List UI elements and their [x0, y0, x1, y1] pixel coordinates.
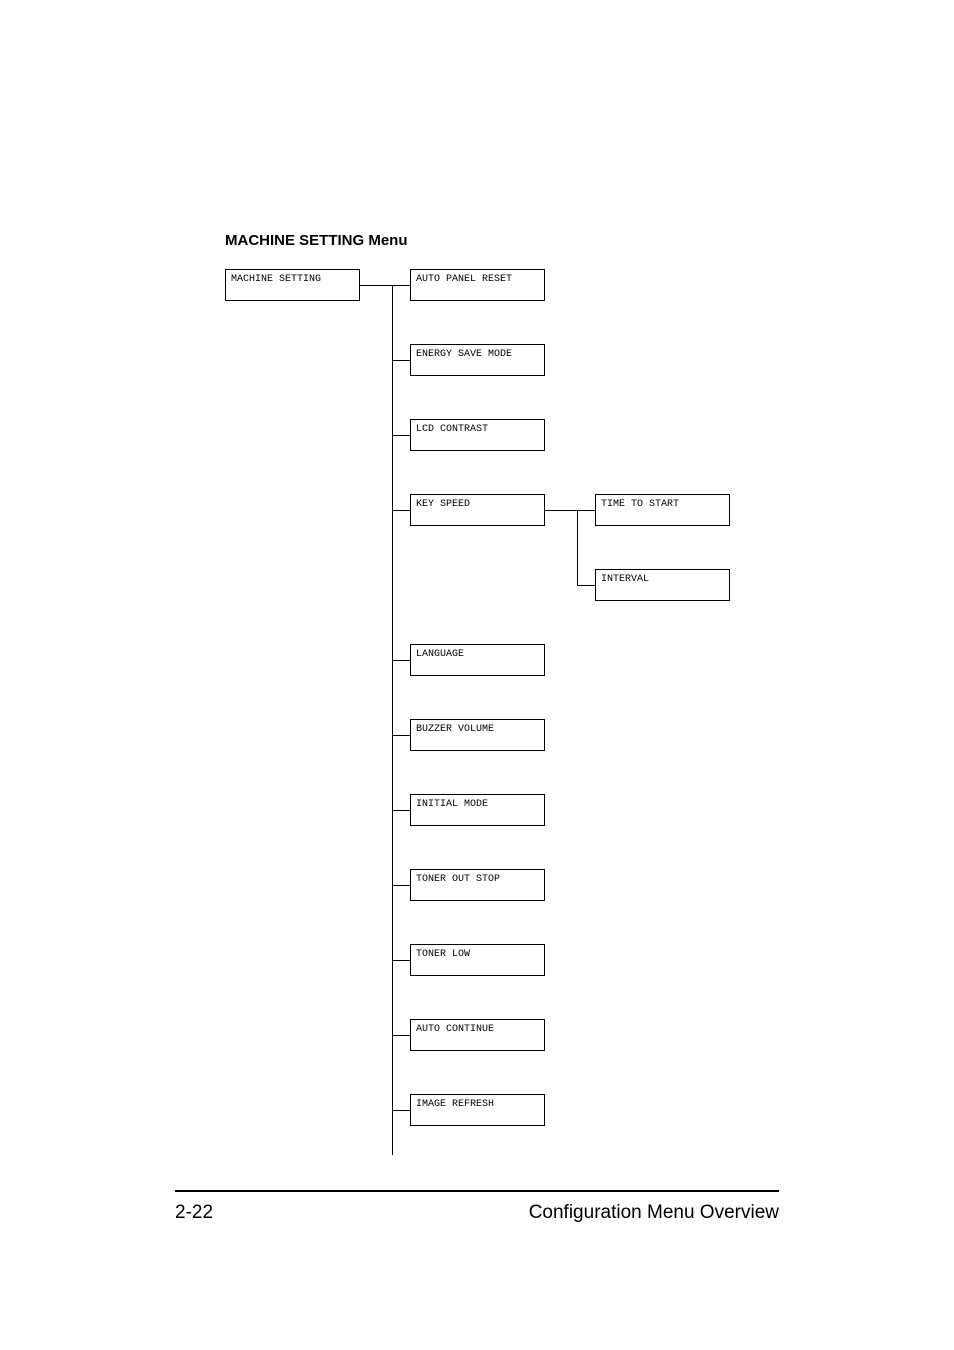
connector — [392, 510, 410, 511]
node-time-to-start: TIME TO START — [595, 494, 730, 526]
connector — [392, 960, 410, 961]
connector — [392, 435, 410, 436]
node-machine-setting: MACHINE SETTING — [225, 269, 360, 301]
node-buzzer-volume: BUZZER VOLUME — [410, 719, 545, 751]
connector — [577, 585, 595, 586]
connector — [360, 285, 392, 286]
node-key-speed: KEY SPEED — [410, 494, 545, 526]
page-title: Configuration Menu Overview — [529, 1202, 779, 1224]
connector — [392, 1035, 410, 1036]
connector — [392, 360, 410, 361]
node-interval: INTERVAL — [595, 569, 730, 601]
connector — [392, 810, 410, 811]
node-lcd-contrast: LCD CONTRAST — [410, 419, 545, 451]
connector — [392, 1110, 410, 1111]
node-initial-mode: INITIAL MODE — [410, 794, 545, 826]
connector — [577, 510, 595, 511]
connector — [392, 285, 393, 1155]
node-toner-out-stop: TONER OUT STOP — [410, 869, 545, 901]
page-number: 2-22 — [175, 1202, 213, 1224]
connector — [392, 660, 410, 661]
menu-tree-diagram: MACHINE SETTING AUTO PANEL RESET ENERGY … — [225, 269, 785, 1159]
connector — [392, 885, 410, 886]
section-title: MACHINE SETTING Menu — [225, 232, 785, 249]
node-energy-save-mode: ENERGY SAVE MODE — [410, 344, 545, 376]
node-language: LANGUAGE — [410, 644, 545, 676]
node-auto-panel-reset: AUTO PANEL RESET — [410, 269, 545, 301]
node-auto-continue: AUTO CONTINUE — [410, 1019, 545, 1051]
connector — [392, 735, 410, 736]
connector — [545, 510, 577, 511]
footer-rule — [175, 1190, 779, 1192]
node-toner-low: TONER LOW — [410, 944, 545, 976]
node-image-refresh: IMAGE REFRESH — [410, 1094, 545, 1126]
connector — [392, 285, 410, 286]
connector — [577, 510, 578, 585]
